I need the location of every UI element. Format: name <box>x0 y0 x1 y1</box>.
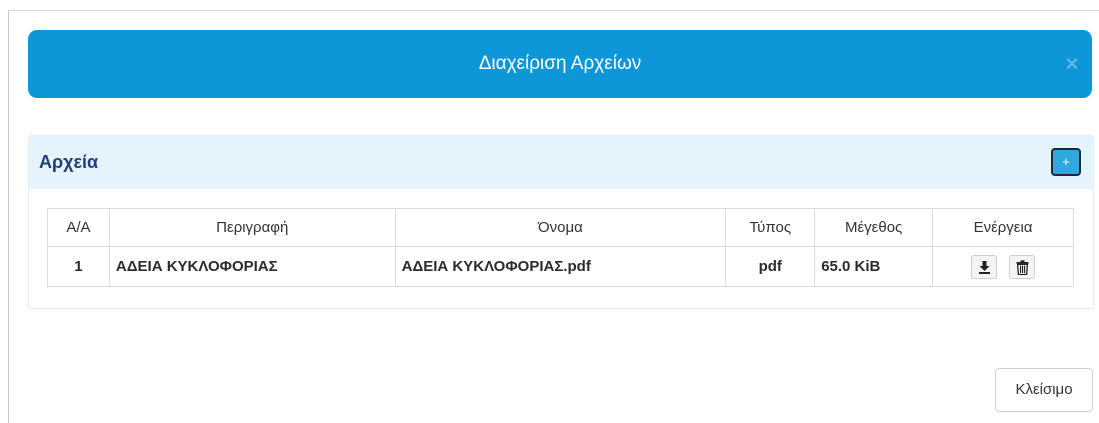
download-icon <box>978 260 990 274</box>
panel-title: Αρχεία <box>39 152 99 172</box>
header-aa: Α/Α <box>47 208 110 247</box>
delete-button[interactable] <box>1009 254 1036 279</box>
table-row: 1 ΑΔΕΙΑ ΚΥΚΛΟΦΟΡΙΑΣ ΑΔΕΙΑ ΚΥΚΛΟΦΟΡΙΑΣ.pd… <box>47 246 1074 287</box>
cell-size: 65.0 KiB <box>814 246 934 287</box>
cell-type: pdf <box>725 246 816 287</box>
panel-heading: Αρχεία + <box>29 136 1093 189</box>
add-file-button[interactable]: + <box>1051 148 1081 176</box>
download-button[interactable] <box>970 254 997 279</box>
table-header-row: Α/Α Περιγραφή Όνομα Τύπος Μέγεθος Ενέργε… <box>47 208 1074 247</box>
files-table: Α/Α Περιγραφή Όνομα Τύπος Μέγεθος Ενέργε… <box>47 208 1074 287</box>
cell-actions <box>932 246 1074 287</box>
cell-name: ΑΔΕΙΑ ΚΥΚΛΟΦΟΡΙΑΣ.pdf <box>394 246 727 287</box>
cell-aa: 1 <box>47 246 110 287</box>
header-description: Περιγραφή <box>108 208 396 247</box>
header-type: Τύπος <box>725 208 816 247</box>
cell-description: ΑΔΕΙΑ ΚΥΚΛΟΦΟΡΙΑΣ <box>108 246 396 287</box>
header-action: Ενέργεια <box>932 208 1074 247</box>
files-panel: Αρχεία + Α/Α Περιγραφή Όνομα Τύπος Μέγεθ… <box>28 135 1094 309</box>
close-icon[interactable]: × <box>1062 53 1082 75</box>
top-border <box>8 10 1099 11</box>
header-name: Όνομα <box>394 208 727 247</box>
left-border <box>8 10 9 423</box>
header-size: Μέγεθος <box>814 208 934 247</box>
modal-header: Διαχείριση Αρχείων × <box>28 30 1092 98</box>
modal-title: Διαχείριση Αρχείων <box>478 53 642 74</box>
close-button[interactable]: Κλείσιμο <box>995 368 1093 412</box>
trash-icon <box>1016 259 1029 275</box>
